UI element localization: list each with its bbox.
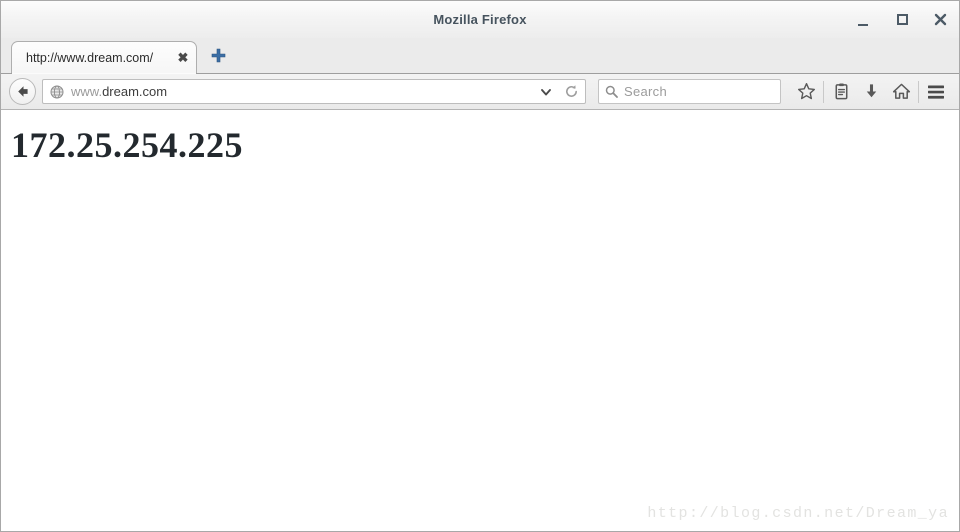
menu-hamburger-icon[interactable] [921,78,951,106]
bookmark-star-icon[interactable] [791,78,821,106]
search-box[interactable]: Search [598,79,781,104]
minimize-button[interactable] [855,11,873,29]
toolbar-separator [823,80,824,103]
close-icon [934,13,946,26]
url-prefix: www. [71,84,103,99]
chevron-down-icon [541,88,551,95]
tab-label: http://www.dream.com/ [26,50,154,65]
history-dropdown-button[interactable] [537,86,555,98]
maximize-button[interactable] [893,11,911,29]
page-content-area: 172.25.254.225 http://blog.csdn.net/Drea… [1,110,959,531]
back-button[interactable] [9,78,36,105]
reading-list-icon[interactable] [826,78,856,106]
watermark-text: http://blog.csdn.net/Dream_ya [647,505,949,522]
reload-button[interactable] [561,84,581,99]
search-placeholder: Search [624,84,667,99]
globe-icon [50,85,65,99]
navigation-toolbar: www.dream.com Search [1,74,959,110]
title-bar: Mozilla Firefox [1,1,959,38]
back-arrow-icon [18,86,28,97]
new-tab-button[interactable] [203,40,233,70]
browser-window: Mozilla Firefox http://www.dream.com/ ✖ [0,0,960,532]
maximize-icon [896,14,908,25]
window-title: Mozilla Firefox [433,12,527,27]
url-domain: dream.com [102,84,168,99]
address-bar-text: www.dream.com [71,84,531,99]
page-body-text: 172.25.254.225 [11,125,243,165]
address-bar[interactable]: www.dream.com [42,79,586,104]
toolbar-icons [791,78,951,106]
search-icon [605,85,618,98]
reload-icon [565,85,577,97]
tab-close-icon[interactable]: ✖ [174,49,192,67]
tab-strip: http://www.dream.com/ ✖ [1,38,959,74]
window-controls [855,1,949,38]
plus-icon [211,48,225,62]
home-icon[interactable] [886,78,916,106]
toolbar-separator-2 [918,80,919,103]
downloads-icon[interactable] [856,78,886,106]
close-button[interactable] [931,11,949,29]
tab-dream[interactable]: http://www.dream.com/ ✖ [11,41,197,74]
